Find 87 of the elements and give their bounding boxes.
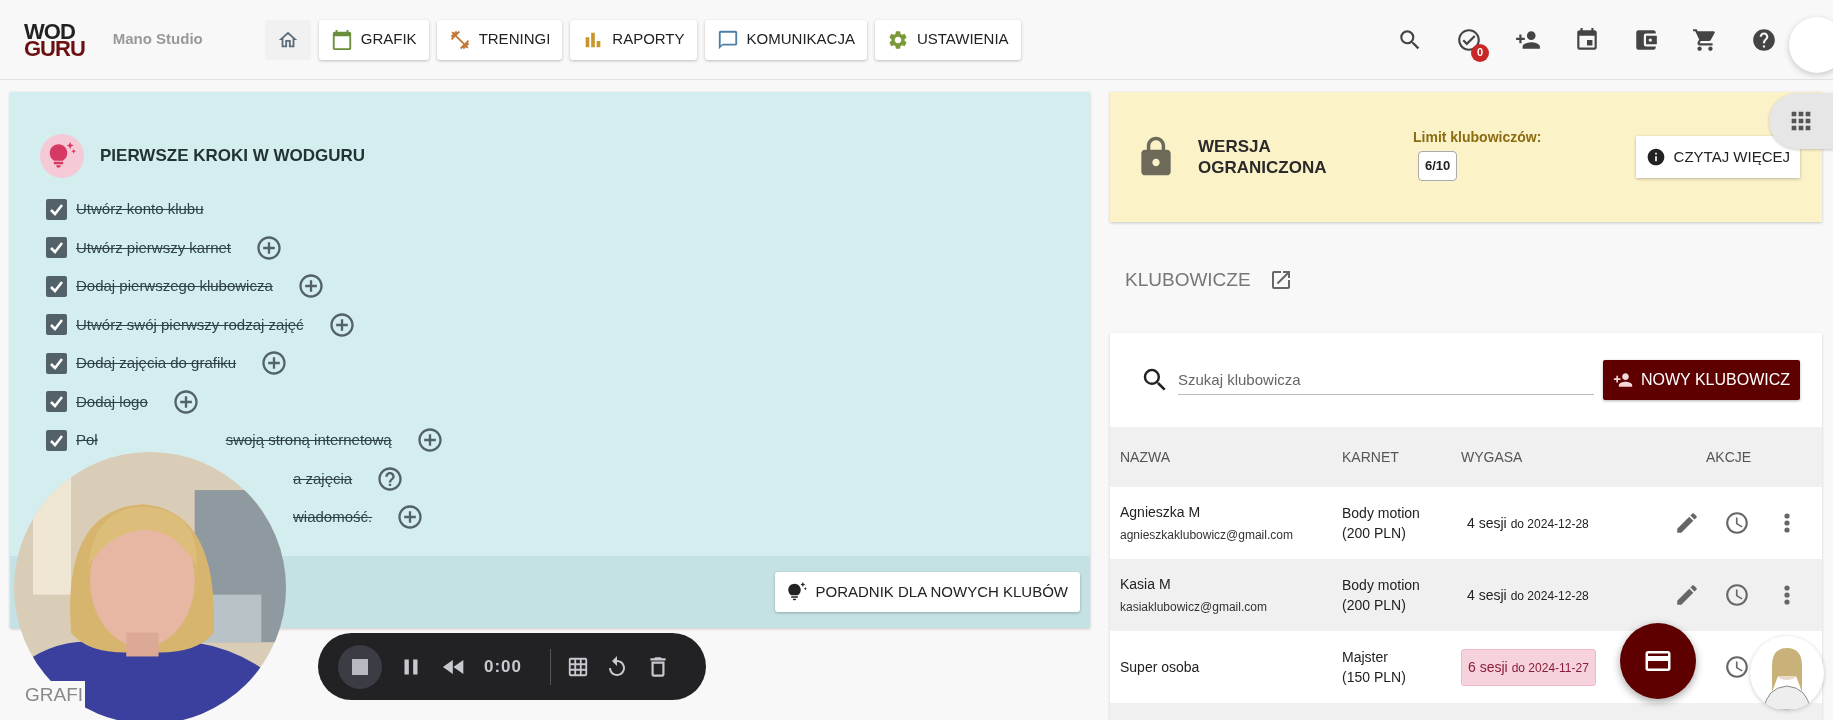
- member-name: Agnieszka M: [1120, 503, 1202, 522]
- section-title: GRAFI: [25, 681, 86, 710]
- column-header: KARNET: [1342, 447, 1400, 467]
- step-text: swoją stroną internetową: [225, 430, 392, 450]
- pass-text: (200 PLN): [1342, 596, 1407, 615]
- more-button[interactable]: [1784, 513, 1790, 533]
- column-header: WYGASA: [1461, 447, 1524, 467]
- more-icon: [1784, 585, 1790, 605]
- studio-name: Mano Studio: [112, 29, 203, 50]
- dots-grid-icon[interactable]: [567, 655, 589, 678]
- home-button[interactable]: [264, 19, 311, 60]
- add-icon[interactable]: [396, 503, 425, 532]
- expiry-tag: 6 sesji do 2024-11-27: [1461, 648, 1596, 686]
- more-icon: [1784, 513, 1790, 533]
- step-text: a zajęcia: [293, 468, 353, 489]
- step-text: Dodaj zajęcia do grafiku: [76, 353, 237, 373]
- add-icon[interactable]: [327, 310, 356, 339]
- checkbox[interactable]: [45, 237, 67, 259]
- clock-icon: [1724, 582, 1750, 608]
- pencil-icon: [1674, 510, 1700, 536]
- pass-text: (150 PLN): [1342, 668, 1407, 687]
- add-icon[interactable]: [171, 387, 200, 416]
- nav-button[interactable]: GRAFIK: [318, 19, 429, 60]
- step-text: Utwórz konto klubu: [76, 199, 204, 219]
- gears-icon: [886, 28, 909, 51]
- more-button[interactable]: [1784, 585, 1790, 605]
- help-icon[interactable]: [376, 464, 405, 493]
- add-person-icon: [1612, 370, 1633, 390]
- member-email: kasiaklubowicz@gmail.com: [1120, 599, 1268, 616]
- member-name: Super osoba: [1120, 657, 1201, 677]
- checkbox[interactable]: [45, 391, 67, 413]
- step-text: Utwórz swój pierwszy rodzaj zajęć: [76, 314, 304, 335]
- stop-button[interactable]: [338, 644, 382, 689]
- nav-button[interactable]: USTAWIENIA: [874, 19, 1021, 60]
- checkbox[interactable]: [45, 314, 67, 336]
- cart-icon: [1692, 26, 1718, 53]
- limit-chip: 6/10: [1418, 151, 1458, 181]
- member-email: agnieszkaklubowicz@gmail.com: [1120, 527, 1294, 544]
- guide-button[interactable]: PORADNIK DLA NOWYCH KLUBÓW: [775, 572, 1080, 612]
- apps-button[interactable]: [1769, 93, 1833, 149]
- column-header: NAZWA: [1120, 447, 1172, 467]
- step-text: wiadomość.: [293, 507, 373, 527]
- pass-text: (200 PLN): [1342, 524, 1407, 543]
- pencil-icon: [1674, 582, 1700, 608]
- dumbbell-icon: [448, 28, 471, 51]
- pass-text: Majster: [1342, 648, 1389, 667]
- search-field[interactable]: Szukaj klubowicza: [1178, 365, 1594, 395]
- add-icon[interactable]: [415, 426, 444, 455]
- clock-icon: [1724, 510, 1750, 536]
- info-icon: [1645, 147, 1666, 167]
- nav-button[interactable]: RAPORTY: [570, 19, 697, 60]
- checkbox[interactable]: [45, 352, 67, 374]
- logo-text: WOD: [24, 22, 75, 40]
- expiry-tag: 4 sesji do 2024-12-28: [1461, 577, 1595, 613]
- section-title: PIERWSZE KROKI W WODGURU: [100, 145, 366, 168]
- member-name: Kasia M: [1120, 575, 1172, 594]
- lightbulb-icon: [787, 582, 808, 602]
- pass-text: Body motion: [1342, 576, 1421, 595]
- expiry-tag: 4 sesji do 2024-12-28: [1461, 505, 1595, 541]
- checkbox[interactable]: [45, 198, 67, 220]
- logo-text: GURU: [24, 39, 85, 57]
- add-icon[interactable]: [260, 349, 289, 378]
- speech-bubble-icon: [716, 28, 739, 51]
- plan-title: WERSJA OGRANICZONA: [1198, 136, 1328, 178]
- section-title: KLUBOWICZE: [1125, 267, 1251, 292]
- help-icon: [1751, 26, 1777, 53]
- limit-label: Limit klubowiczów:: [1413, 128, 1542, 148]
- nav-button[interactable]: KOMUNIKACJA: [704, 19, 867, 60]
- clock-icon: [1724, 654, 1750, 680]
- column-header: AKCJE: [1706, 447, 1753, 467]
- calendar-icon: [1574, 26, 1600, 53]
- step-text: Poł: [76, 430, 98, 450]
- step-text: Utwórz pierwszy karnet: [76, 237, 232, 258]
- timer-text: 0:00: [484, 655, 524, 678]
- add-icon[interactable]: [255, 233, 284, 262]
- lightbulb-icon: [40, 134, 84, 178]
- checkbox[interactable]: [45, 429, 67, 451]
- step-text: Dodaj logo: [76, 391, 148, 412]
- calendar-icon: [330, 28, 353, 51]
- nav-button[interactable]: TRENINGI: [436, 19, 563, 60]
- pass-text: Body motion: [1342, 504, 1421, 523]
- step-text: Dodaj pierwszego klubowicza: [76, 276, 273, 296]
- add-icon[interactable]: [296, 272, 325, 301]
- new-member-button[interactable]: NOWY KLUBOWICZ: [1602, 360, 1800, 400]
- read-more-button[interactable]: CZYTAJ WIĘCEJ: [1635, 136, 1800, 178]
- count-badge: 0: [1471, 43, 1489, 62]
- checkbox[interactable]: [45, 275, 67, 297]
